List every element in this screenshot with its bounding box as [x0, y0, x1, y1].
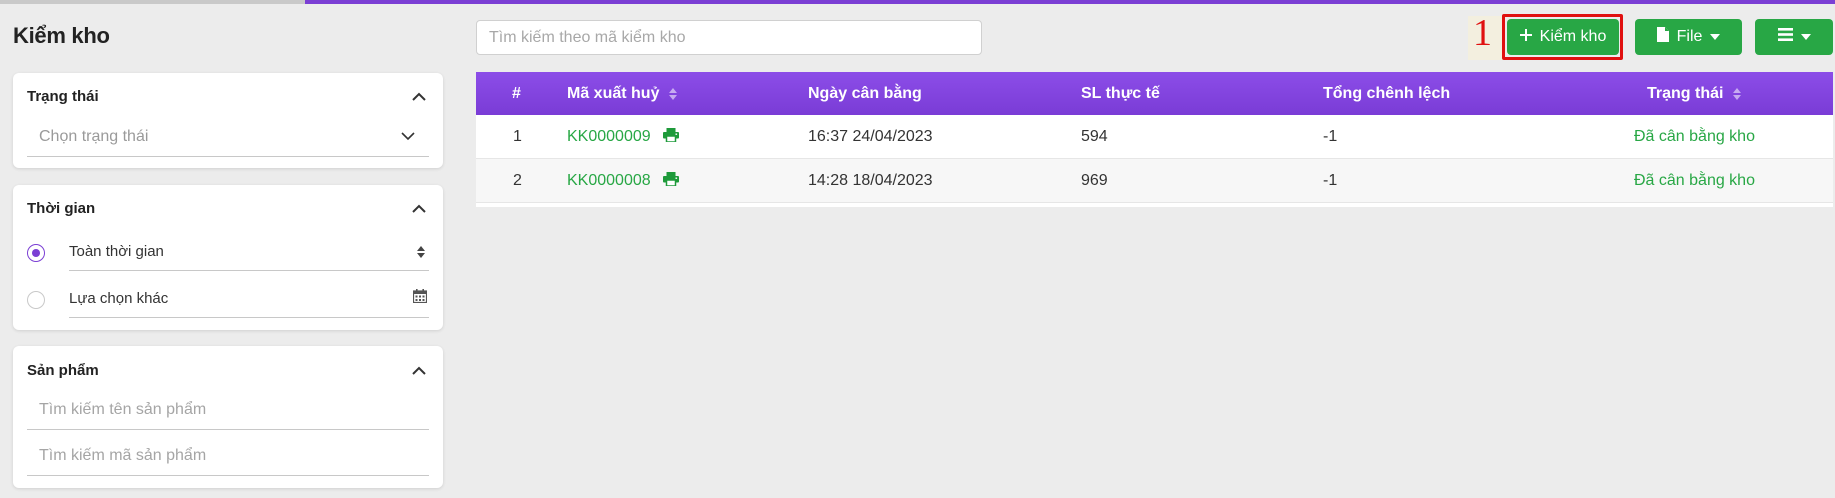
product-name-field[interactable] — [27, 390, 429, 430]
time-all-label: Toàn thời gian — [69, 243, 164, 260]
sort-icon[interactable] — [669, 87, 678, 100]
col-date-header: Ngày cân bằng — [808, 72, 922, 115]
status-filter-panel: Trạng thái Chọn trạng thái — [13, 73, 443, 168]
time-custom-radio[interactable] — [27, 291, 45, 309]
row-code-link[interactable]: KK0000008 — [567, 172, 651, 190]
plus-icon — [1519, 28, 1532, 46]
row-index: 1 — [513, 128, 522, 145]
col-date-label: Ngày cân bằng — [808, 84, 922, 102]
col-index-header: # — [512, 72, 521, 115]
table-footer — [476, 203, 1833, 207]
file-button[interactable]: File — [1635, 19, 1742, 55]
file-label: File — [1676, 28, 1703, 45]
row-actual-qty: 594 — [1081, 128, 1108, 145]
time-custom-field[interactable]: Lựa chọn khác — [69, 280, 429, 318]
product-code-field[interactable] — [27, 436, 429, 476]
caret-down-icon — [1710, 34, 1721, 40]
row-total-diff: -1 — [1323, 172, 1338, 189]
time-filter-title: Thời gian — [27, 199, 96, 217]
time-all-radio[interactable] — [27, 244, 45, 262]
chevron-up-icon[interactable] — [409, 198, 429, 218]
time-all-select[interactable]: Toàn thời gian — [69, 233, 429, 271]
col-index-label: # — [512, 84, 521, 102]
chevron-up-icon[interactable] — [409, 86, 429, 106]
sort-icon[interactable] — [1733, 87, 1742, 100]
col-diff-label: Tổng chênh lệch — [1323, 84, 1451, 102]
time-option-all[interactable]: Toàn thời gian — [27, 233, 429, 271]
row-code-cell: KK0000008 — [567, 159, 679, 203]
col-diff-header: Tổng chênh lệch — [1323, 72, 1450, 115]
print-icon[interactable] — [662, 171, 679, 191]
col-status-header[interactable]: Trạng thái — [1647, 72, 1742, 115]
col-code-label: Mã xuất huỷ — [567, 84, 660, 102]
add-stock-check-label: Kiểm kho — [1539, 28, 1607, 45]
row-actual-qty: 969 — [1081, 172, 1108, 189]
col-actual-header: SL thực tế — [1081, 72, 1160, 115]
menu-icon — [1777, 28, 1793, 46]
chevron-up-icon[interactable] — [409, 360, 429, 380]
status-select[interactable]: Chọn trạng thái — [27, 117, 429, 157]
col-code-header[interactable]: Mã xuất huỷ — [567, 72, 678, 115]
time-custom-label: Lựa chọn khác — [69, 290, 169, 307]
chevron-down-icon — [401, 128, 415, 146]
table-row[interactable]: 1 KK0000009 16:37 24/04/2023 594 -1 Đã c… — [476, 115, 1833, 159]
search-input[interactable] — [477, 21, 981, 54]
caret-down-icon — [1800, 34, 1811, 40]
row-date: 16:37 24/04/2023 — [808, 128, 933, 145]
row-code-link[interactable]: KK0000009 — [567, 128, 651, 146]
table-header: # Mã xuất huỷ Ngày cân bằng SL thực tế T… — [476, 72, 1833, 115]
time-filter-panel: Thời gian Toàn thời gian Lựa chọn khác — [13, 185, 443, 330]
search-box[interactable] — [476, 20, 982, 55]
status-filter-title: Trạng thái — [27, 87, 99, 105]
product-filter-panel: Sản phẩm — [13, 346, 443, 488]
status-select-placeholder: Chọn trạng thái — [39, 127, 149, 145]
row-total-diff: -1 — [1323, 128, 1338, 145]
product-filter-title: Sản phẩm — [27, 361, 99, 379]
sort-updown-icon — [417, 245, 425, 258]
row-status: Đã cân bằng kho — [1634, 128, 1755, 145]
table-row[interactable]: 2 KK0000008 14:28 18/04/2023 969 -1 Đã c… — [476, 159, 1833, 203]
print-icon[interactable] — [662, 127, 679, 147]
menu-button[interactable] — [1755, 19, 1833, 55]
stock-check-table: # Mã xuất huỷ Ngày cân bằng SL thực tế T… — [476, 72, 1833, 207]
row-status: Đã cân bằng kho — [1634, 172, 1755, 189]
top-accent-bar — [305, 0, 1835, 4]
product-name-input[interactable] — [27, 400, 429, 419]
row-index: 2 — [513, 172, 522, 189]
col-actual-label: SL thực tế — [1081, 84, 1160, 102]
page-title: Kiểm kho — [13, 23, 110, 48]
row-code-cell: KK0000009 — [567, 115, 679, 159]
top-progress-line — [0, 0, 1835, 4]
file-icon — [1656, 27, 1669, 47]
row-date: 14:28 18/04/2023 — [808, 172, 933, 189]
annotation-number: 1 — [1473, 12, 1492, 54]
col-status-label: Trạng thái — [1647, 84, 1724, 102]
calendar-icon[interactable] — [412, 289, 428, 308]
time-option-custom[interactable]: Lựa chọn khác — [27, 280, 429, 318]
add-stock-check-button[interactable]: Kiểm kho — [1507, 19, 1619, 55]
product-code-input[interactable] — [27, 446, 429, 465]
